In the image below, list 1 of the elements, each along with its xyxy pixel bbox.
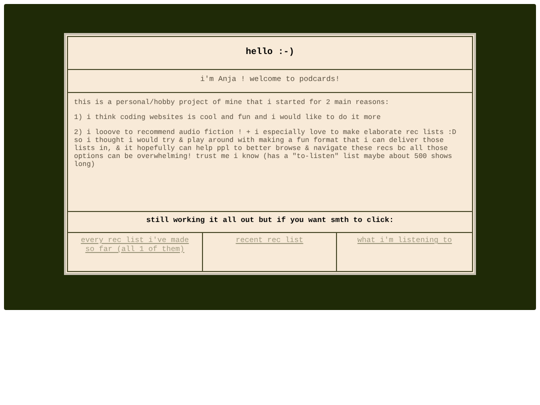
page-title: hello :-) [246, 46, 294, 60]
